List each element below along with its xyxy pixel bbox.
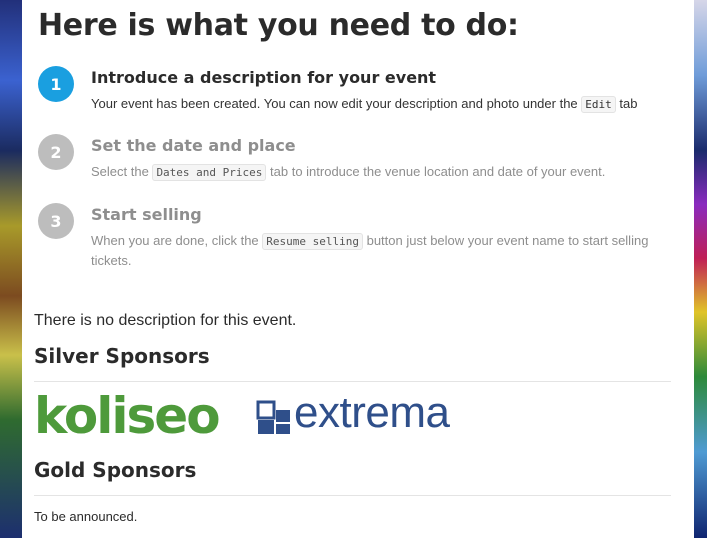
silver-sponsors-row: koliseo extrema	[34, 388, 674, 448]
gold-divider	[34, 495, 671, 496]
step-2-description: Select the Dates and Prices tab to intro…	[91, 162, 671, 182]
background-right	[694, 0, 707, 538]
step-1-number: 1	[38, 66, 74, 102]
step-2-desc-text: Select the	[91, 164, 153, 179]
content-panel: Here is what you need to do: 1 Introduce…	[22, 0, 694, 538]
step-2-number: 2	[38, 134, 74, 170]
silver-divider	[34, 381, 671, 382]
step-1-desc-text: Your event has been created. You can now…	[91, 96, 582, 111]
edit-tab-code: Edit	[581, 96, 616, 113]
gold-sponsors-title: Gold Sponsors	[34, 458, 197, 482]
background-left	[0, 0, 22, 538]
step-3-number: 3	[38, 203, 74, 239]
step-1-desc-tail: tab	[615, 96, 638, 111]
step-3-title: Start selling	[91, 205, 202, 224]
extrema-mark-icon	[256, 400, 290, 434]
silver-sponsors-title: Silver Sponsors	[34, 344, 210, 368]
gold-announcement-text: To be announced.	[34, 509, 138, 524]
extrema-logo-text: extrema	[294, 388, 450, 437]
step-1-title: Introduce a description for your event	[91, 68, 437, 87]
step-3-desc-text: When you are done, click the	[91, 233, 263, 248]
koliseo-logo[interactable]: koliseo	[34, 388, 221, 444]
step-3-description: When you are done, click the Resume sell…	[91, 231, 671, 270]
resume-selling-code: Resume selling	[262, 233, 363, 250]
step-2-desc-tail: tab to introduce the venue location and …	[266, 164, 606, 179]
no-description-text: There is no description for this event.	[34, 312, 297, 329]
step-1-description: Your event has been created. You can now…	[91, 94, 671, 114]
step-2-title: Set the date and place	[91, 136, 296, 155]
extrema-logo[interactable]: extrema	[256, 388, 506, 438]
dates-prices-code: Dates and Prices	[152, 164, 267, 181]
page-heading: Here is what you need to do:	[38, 8, 519, 43]
